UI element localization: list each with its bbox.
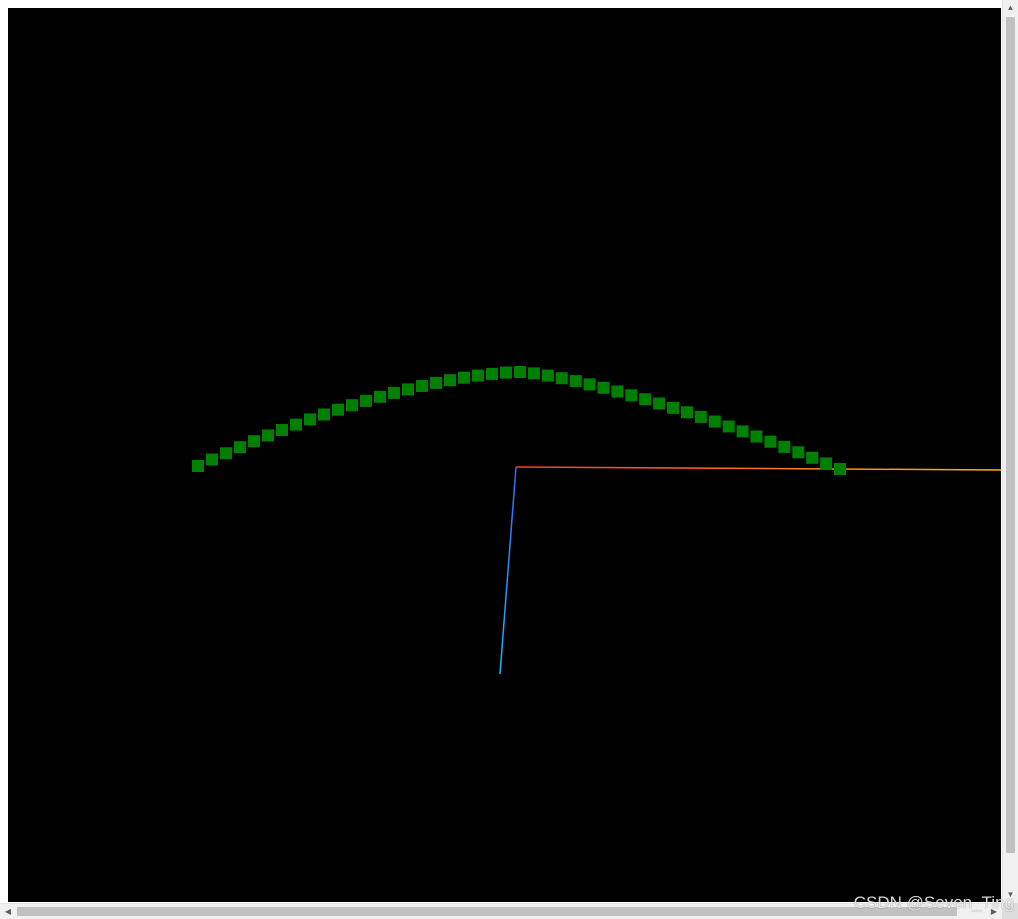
- point-marker: [304, 413, 316, 426]
- point-marker: [374, 390, 386, 403]
- x-axis-line: [515, 466, 1001, 471]
- point-marker: [472, 369, 484, 382]
- point-marker: [220, 447, 232, 460]
- point-marker: [276, 424, 288, 436]
- point-marker: [332, 403, 344, 416]
- point-marker: [667, 401, 679, 414]
- point-marker: [290, 418, 302, 431]
- point-marker: [736, 425, 749, 438]
- point-marker: [611, 385, 624, 398]
- browser-viewport: ▲ ▼ ◀ ▶ CSDN @Seven_Ting: [0, 0, 1018, 919]
- point-marker: [597, 381, 610, 394]
- point-marker: [206, 453, 218, 466]
- vertical-scroll-thumb[interactable]: [1006, 17, 1015, 853]
- point-marker: [639, 393, 652, 406]
- point-marker: [750, 430, 763, 443]
- point-marker: [486, 367, 498, 380]
- point-marker: [806, 451, 819, 464]
- point-marker: [778, 440, 791, 453]
- point-marker: [192, 460, 204, 472]
- point-marker: [541, 369, 554, 382]
- point-marker: [500, 366, 512, 379]
- point-marker: [653, 397, 666, 410]
- point-marker: [527, 367, 540, 380]
- point-marker: [248, 435, 260, 448]
- point-marker: [820, 457, 833, 470]
- point-marker: [708, 415, 721, 428]
- watermark-text: CSDN @Seven_Ting: [853, 893, 1014, 912]
- point-marker: [834, 463, 846, 475]
- point-marker: [388, 386, 400, 399]
- scroll-up-icon[interactable]: ▲: [1003, 0, 1018, 16]
- horizontal-scroll-thumb[interactable]: [17, 907, 957, 916]
- point-marker: [555, 372, 568, 385]
- point-marker: [444, 374, 456, 387]
- point-marker: [722, 420, 735, 433]
- point-marker: [318, 408, 330, 421]
- point-marker: [764, 435, 777, 448]
- axes-helper: [499, 8, 1001, 675]
- point-marker: [681, 406, 693, 419]
- point-marker: [430, 376, 442, 389]
- point-marker: [234, 441, 246, 454]
- z-axis-line: [499, 466, 517, 675]
- point-marker: [360, 394, 372, 407]
- vertical-scrollbar[interactable]: ▲ ▼: [1002, 0, 1018, 903]
- point-marker: [402, 383, 414, 396]
- scroll-left-icon[interactable]: ◀: [0, 904, 16, 919]
- point-marker: [514, 366, 526, 378]
- threejs-canvas[interactable]: [8, 8, 1001, 902]
- scene-svg: [192, 8, 1001, 675]
- point-marker: [569, 375, 582, 388]
- point-marker: [792, 446, 805, 459]
- point-marker: [262, 429, 274, 442]
- point-marker: [346, 399, 358, 412]
- point-marker: [694, 410, 707, 423]
- point-marker: [416, 380, 428, 392]
- point-marker: [583, 378, 596, 391]
- points-cloud: [192, 366, 846, 475]
- point-marker: [458, 371, 470, 384]
- horizontal-scrollbar[interactable]: ◀ ▶: [0, 903, 1002, 919]
- point-marker: [625, 389, 638, 402]
